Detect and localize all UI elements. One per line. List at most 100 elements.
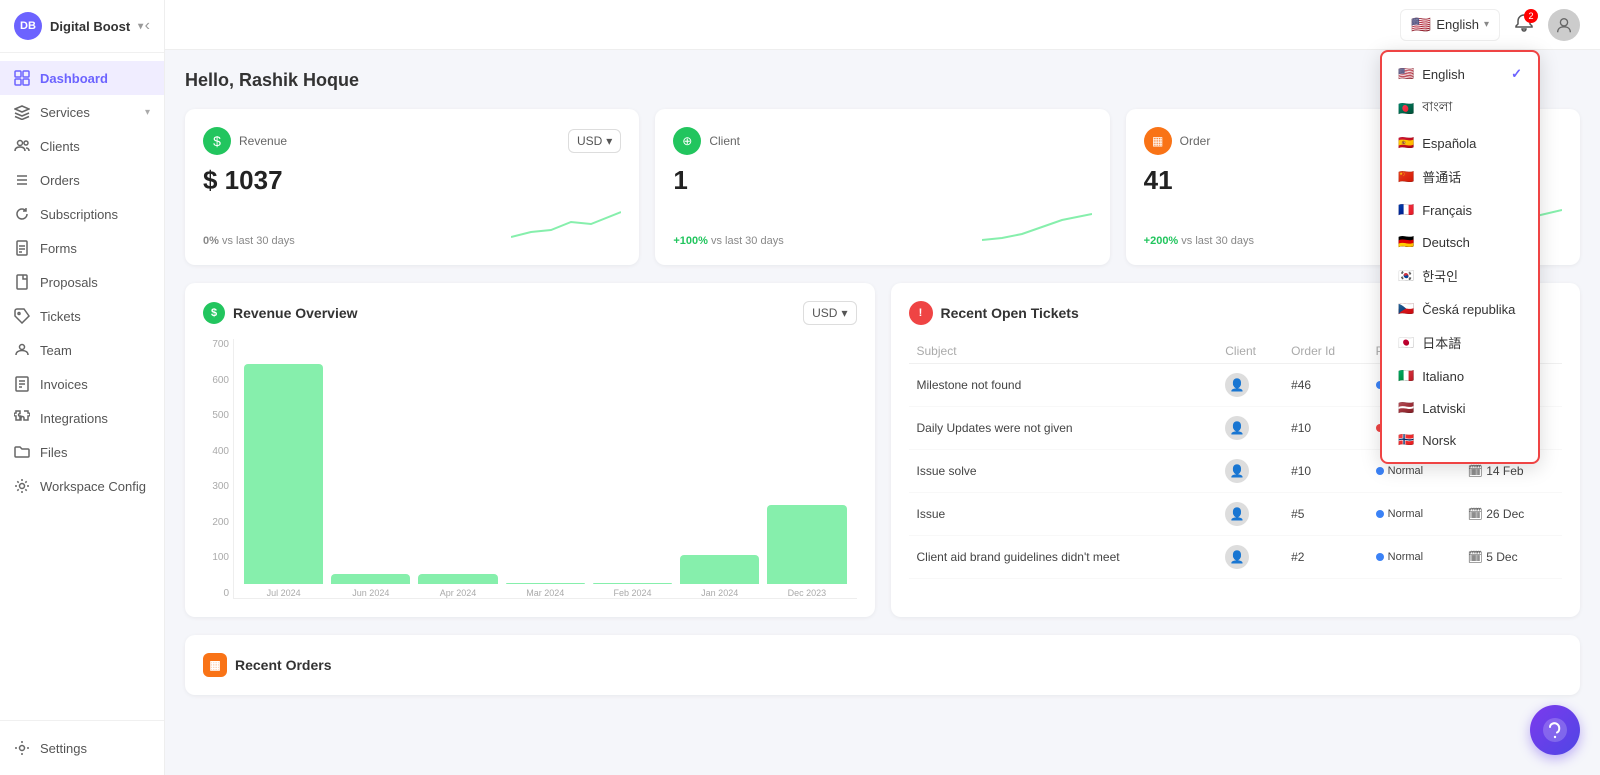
user-avatar[interactable]	[1548, 9, 1580, 41]
revenue-value: $ 1037	[203, 165, 621, 196]
client-avatar: 👤	[1225, 502, 1249, 526]
flag-lv: 🇱🇻	[1398, 400, 1414, 416]
lang-option-espanola[interactable]: 🇪🇸 Española	[1382, 127, 1538, 159]
sidebar-item-settings[interactable]: Settings	[14, 731, 150, 765]
sidebar-item-integrations[interactable]: Integrations	[0, 401, 164, 435]
page-title: Hello, Rashik Hoque	[185, 70, 1580, 91]
sidebar-item-label: Integrations	[40, 411, 108, 426]
layers-icon	[14, 104, 30, 120]
float-help-button[interactable]	[1530, 705, 1580, 755]
lang-option-japanese[interactable]: 🇯🇵 日本語	[1382, 325, 1538, 360]
flag-icon: 🇺🇸	[1411, 15, 1431, 35]
flag-cs: 🇨🇿	[1398, 301, 1414, 317]
flag-fr: 🇫🇷	[1398, 202, 1414, 218]
ticket-client: 👤	[1217, 407, 1283, 450]
lang-option-chinese[interactable]: 🇨🇳 普通话	[1382, 159, 1538, 194]
sidebar-item-tickets[interactable]: Tickets	[0, 299, 164, 333]
order-label: Order	[1180, 134, 1211, 148]
ticket-client: 👤	[1217, 364, 1283, 407]
lang-option-latvian[interactable]: 🇱🇻 Latviski	[1382, 392, 1538, 424]
bar-label: Apr 2024	[440, 588, 477, 598]
language-selector[interactable]: 🇺🇸 English ▾	[1400, 9, 1500, 41]
chevron-down-icon: ▾	[841, 306, 847, 320]
puzzle-icon	[14, 410, 30, 426]
lang-label-de: Deutsch	[1422, 235, 1470, 250]
order-change: +200%	[1144, 235, 1179, 247]
flag-ja: 🇯🇵	[1398, 335, 1414, 351]
lang-option-french[interactable]: 🇫🇷 Français	[1382, 194, 1538, 226]
lang-label-es: Española	[1422, 136, 1476, 151]
sidebar-item-orders[interactable]: Orders	[0, 163, 164, 197]
sidebar-item-files[interactable]: Files	[0, 435, 164, 469]
sidebar-item-invoices[interactable]: Invoices	[0, 367, 164, 401]
lang-option-german[interactable]: 🇩🇪 Deutsch	[1382, 226, 1538, 258]
ticket-subject: Issue	[909, 493, 1218, 536]
flag-de: 🇩🇪	[1398, 234, 1414, 250]
currency-selector[interactable]: USD ▾	[568, 129, 621, 153]
invoice-icon	[14, 376, 30, 392]
lang-option-bangla[interactable]: 🇧🇩 বাংলা	[1382, 90, 1538, 127]
lang-option-korean[interactable]: 🇰🇷 한국인	[1382, 258, 1538, 293]
bar-chart: Jul 2024 Jun 2024 Apr 2024	[233, 339, 857, 599]
client-card: ⊕ Client 1 +100% vs last 30 days	[655, 109, 1109, 265]
flag-it: 🇮🇹	[1398, 368, 1414, 384]
sidebar-item-proposals[interactable]: Proposals	[0, 265, 164, 299]
table-row: Issue 👤 #5 Normal 🗓 26 Dec	[909, 493, 1563, 536]
sidebar-nav: Dashboard Services ▾ Clients Orders	[0, 53, 164, 720]
ticket-priority: Normal	[1368, 493, 1460, 536]
sidebar-item-label: Files	[40, 445, 67, 460]
lang-option-czech[interactable]: 🇨🇿 Česká republika	[1382, 293, 1538, 325]
ticket-orderid: #5	[1283, 493, 1368, 536]
bar-value	[767, 505, 846, 584]
bar-apr2024: Apr 2024	[418, 574, 497, 598]
ticket-date: 🗓 26 Dec	[1460, 493, 1562, 536]
file-icon	[14, 274, 30, 290]
sidebar-item-dashboard[interactable]: Dashboard	[0, 61, 164, 95]
overview-currency-selector[interactable]: USD ▾	[803, 301, 856, 325]
lang-label-cs: Česká republika	[1422, 302, 1515, 317]
help-icon	[1542, 717, 1568, 743]
client-value: 1	[673, 165, 1091, 196]
tickets-icon: !	[909, 301, 933, 325]
bottom-row: $ Revenue Overview USD ▾ 700 600 500	[185, 283, 1580, 617]
lang-option-norsk[interactable]: 🇳🇴 Norsk	[1382, 424, 1538, 456]
recent-orders-icon: ▦	[203, 653, 227, 677]
sidebar-item-label: Orders	[40, 173, 80, 188]
collapse-sidebar-button[interactable]: ‹	[145, 17, 150, 35]
notification-button[interactable]: 2	[1514, 13, 1534, 36]
sidebar-item-clients[interactable]: Clients	[0, 129, 164, 163]
ticket-subject: Milestone not found	[909, 364, 1218, 407]
client-change: +100%	[673, 235, 708, 247]
col-subject: Subject	[909, 339, 1218, 364]
revenue-overview-card: $ Revenue Overview USD ▾ 700 600 500	[185, 283, 875, 617]
refresh-icon	[14, 206, 30, 222]
lang-option-english[interactable]: 🇺🇸 English ✓	[1382, 58, 1538, 90]
revenue-label: Revenue	[239, 134, 287, 148]
gear-icon	[14, 740, 30, 756]
sidebar-header: DB Digital Boost ▾ ‹	[0, 0, 164, 53]
sidebar-item-label: Tickets	[40, 309, 81, 324]
flag-no: 🇳🇴	[1398, 432, 1414, 448]
bar-value	[680, 555, 759, 584]
sidebar-item-workspace[interactable]: Workspace Config	[0, 469, 164, 503]
sidebar-item-forms[interactable]: Forms	[0, 231, 164, 265]
ticket-orderid: #46	[1283, 364, 1368, 407]
file-text-icon	[14, 240, 30, 256]
sidebar-item-label: Subscriptions	[40, 207, 118, 222]
lang-option-italian[interactable]: 🇮🇹 Italiano	[1382, 360, 1538, 392]
sidebar-item-services[interactable]: Services ▾	[0, 95, 164, 129]
sidebar-item-subscriptions[interactable]: Subscriptions	[0, 197, 164, 231]
sidebar-item-label: Invoices	[40, 377, 88, 392]
sidebar-item-team[interactable]: Team	[0, 333, 164, 367]
selected-check-icon: ✓	[1511, 66, 1522, 82]
lang-label-lv: Latviski	[1422, 401, 1465, 416]
bar-label: Dec 2023	[788, 588, 827, 598]
brand-chevron-icon: ▾	[138, 21, 143, 32]
bar-jan2024: Jan 2024	[680, 555, 759, 598]
recent-orders-card: ▦ Recent Orders	[185, 635, 1580, 695]
client-avatar: 👤	[1225, 545, 1249, 569]
lang-label-it: Italiano	[1422, 369, 1464, 384]
topbar: 🇺🇸 English ▾ 2 🇺🇸 English ✓	[165, 0, 1600, 50]
lang-label-ja: 日本語	[1422, 333, 1461, 352]
lang-label-en: English	[1422, 67, 1465, 82]
